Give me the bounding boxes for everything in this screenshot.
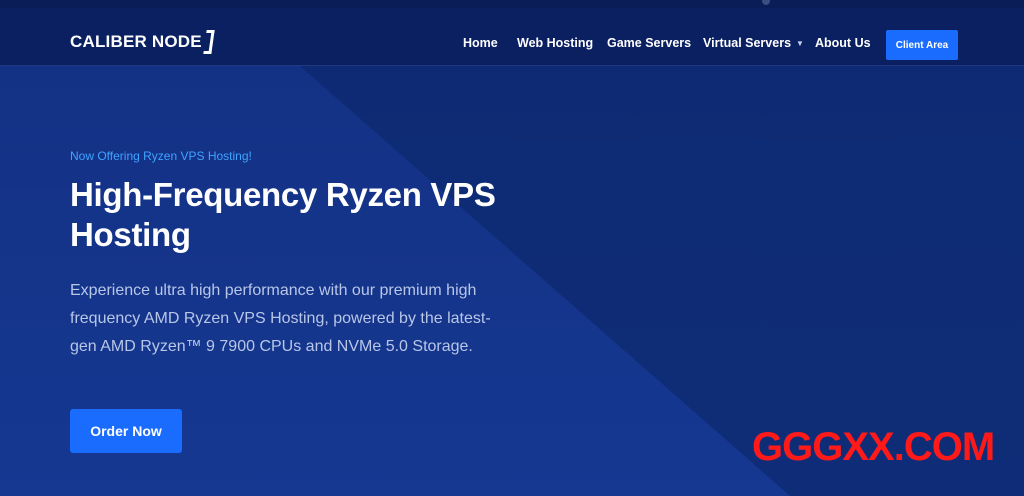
scroll-indicator-dot — [762, 0, 770, 5]
hero-description: Experience ultra high performance with o… — [70, 282, 491, 355]
hero-eyebrow: Now Offering Ryzen VPS Hosting! — [70, 149, 252, 163]
client-area-label: Client Area — [895, 39, 949, 51]
nav-item-game-servers[interactable]: Game Servers — [607, 28, 691, 58]
nav-item-label: Game Servers — [607, 36, 692, 50]
nav-item-home[interactable]: Home — [463, 28, 498, 58]
client-area-button[interactable]: Client Area — [886, 30, 958, 60]
order-now-button[interactable]: Order Now — [70, 409, 182, 453]
top-strip — [0, 0, 1024, 8]
nav-item-web-hosting[interactable]: Web Hosting — [517, 28, 593, 58]
nav-item-label: Virtual Servers — [703, 36, 792, 50]
site-header: CALIBER NODE Home Web Hosting Game Serve… — [0, 8, 1024, 66]
nav-item-about-us[interactable]: About Us — [815, 28, 871, 58]
logo-mark-icon — [203, 30, 215, 54]
logo-text: CALIBER NODE — [70, 32, 202, 51]
watermark-text: GGGXX.COM — [752, 425, 995, 469]
hero-headline: High-Frequency Ryzen VPS Hosting — [70, 176, 496, 253]
nav-item-label: Web Hosting — [517, 36, 594, 50]
order-now-label: Order Now — [90, 423, 162, 439]
nav-item-virtual-servers[interactable]: Virtual Servers ▼ — [703, 28, 804, 58]
logo[interactable]: CALIBER NODE — [70, 27, 215, 57]
chevron-down-icon: ▼ — [796, 39, 804, 48]
nav-item-label: About Us — [815, 36, 871, 50]
nav-item-label: Home — [463, 36, 498, 50]
